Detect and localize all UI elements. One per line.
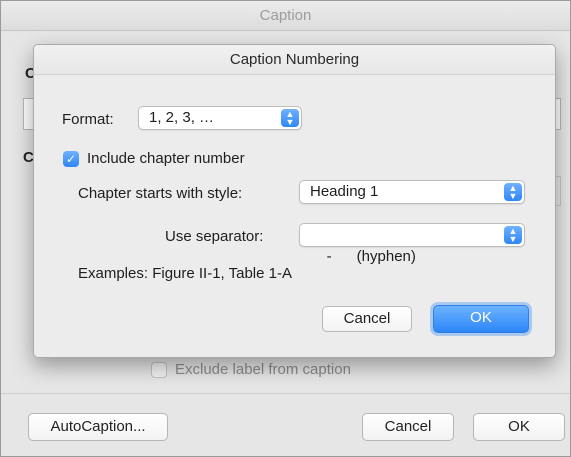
format-value: 1, 2, 3, … bbox=[149, 109, 215, 126]
caption-ok-button[interactable]: OK bbox=[473, 413, 565, 441]
separator-label: Use separator: bbox=[165, 228, 264, 245]
sheet-title: Caption Numbering bbox=[34, 45, 555, 75]
sheet-ok-button[interactable]: OK bbox=[433, 305, 529, 333]
exclude-label-row: Exclude label from caption bbox=[151, 361, 351, 378]
examples-text: Examples: Figure II-1, Table 1-A bbox=[78, 265, 292, 282]
format-popup[interactable]: 1, 2, 3, … ▲ ▼ bbox=[138, 106, 302, 130]
caption-dialog-title: Caption bbox=[1, 1, 570, 31]
separator-popup[interactable]: - (hyphen) ▲ ▼ bbox=[299, 223, 525, 265]
sheet-cancel-button[interactable]: Cancel bbox=[322, 306, 412, 332]
chapter-style-value: Heading 1 bbox=[310, 183, 379, 200]
separator-value: - (hyphen) bbox=[326, 248, 416, 265]
autocaption-button[interactable]: AutoCaption... bbox=[28, 413, 168, 441]
chapter-style-popup[interactable]: Heading 1 ▲ ▼ bbox=[299, 180, 525, 204]
exclude-label-text: Exclude label from caption bbox=[175, 361, 351, 378]
popup-stepper-icon: ▲ ▼ bbox=[504, 183, 522, 201]
exclude-label-checkbox bbox=[151, 361, 167, 378]
caption-numbering-sheet: Caption Numbering Format: 1, 2, 3, … ▲ ▼ … bbox=[33, 44, 556, 358]
include-chapter-label: Include chapter number bbox=[87, 150, 245, 167]
chapter-style-label: Chapter starts with style: bbox=[78, 185, 243, 202]
include-chapter-checkbox[interactable]: ✓ bbox=[63, 151, 79, 167]
popup-stepper-icon: ▲ ▼ bbox=[281, 109, 299, 127]
popup-stepper-icon: ▲ ▼ bbox=[504, 226, 522, 244]
divider bbox=[1, 393, 570, 394]
caption-cancel-button[interactable]: Cancel bbox=[362, 413, 454, 441]
format-label: Format: bbox=[62, 111, 114, 128]
